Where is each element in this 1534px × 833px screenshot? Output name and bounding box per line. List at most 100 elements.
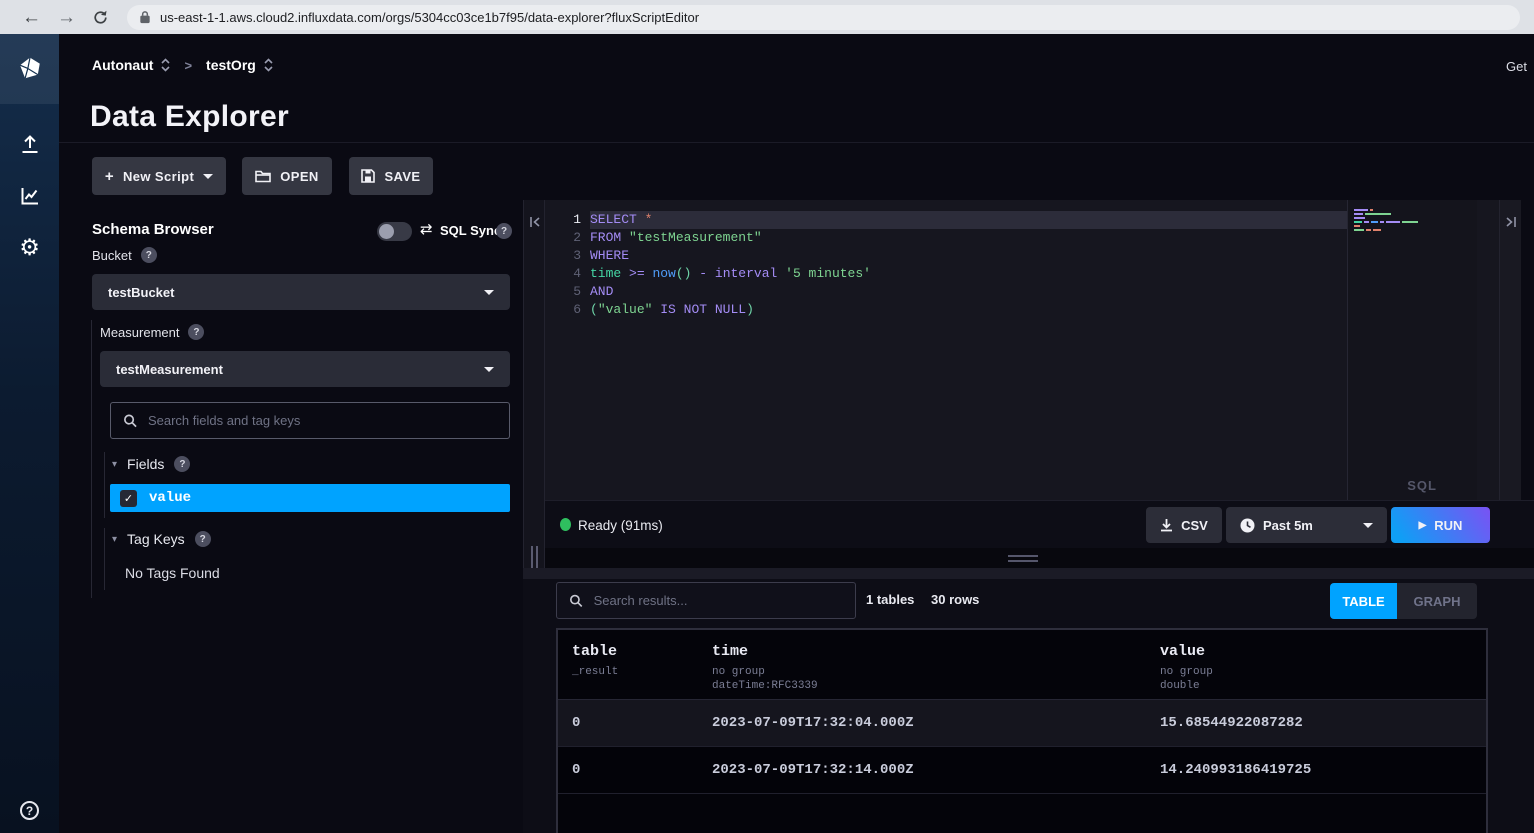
code-line[interactable]: ("value" IS NOT NULL) — [590, 301, 1367, 319]
browser-forward-icon[interactable]: → — [57, 8, 76, 27]
save-button[interactable]: SAVE — [349, 157, 433, 195]
new-script-label: New Script — [123, 169, 194, 184]
code-line[interactable]: SELECT * — [590, 211, 1367, 229]
results-search-input[interactable] — [594, 593, 843, 608]
breadcrumb-account[interactable]: Autonaut — [92, 57, 153, 73]
results-table-header: table_resulttimeno groupdateTime:RFC3339… — [558, 630, 1486, 700]
code-line[interactable]: AND — [590, 283, 1367, 301]
browser-back-icon[interactable]: ← — [22, 8, 41, 27]
schema-search-input[interactable] — [148, 413, 497, 428]
code-line[interactable]: FROM "testMeasurement" — [590, 229, 1367, 247]
measurement-help-icon[interactable]: ? — [188, 324, 204, 340]
bucket-selected-value: testBucket — [108, 285, 484, 300]
sql-editor[interactable]: 123456 SELECT *FROM "testMeasurement"WHE… — [545, 200, 1499, 500]
get-credit-link[interactable]: Get — [1506, 59, 1527, 74]
chevron-down-icon — [1363, 523, 1373, 528]
code-line[interactable]: time >= now() - interval '5 minutes' — [590, 265, 1367, 283]
language-badge: SQL — [1407, 478, 1437, 493]
tag-keys-section-header[interactable]: ▾ Tag Keys ? — [112, 531, 211, 547]
indent-guide — [91, 320, 92, 598]
breadcrumb: Autonaut > testOrg — [92, 57, 287, 73]
influxdata-logo[interactable] — [0, 34, 59, 104]
data-explorer-icon[interactable] — [0, 170, 59, 222]
clock-icon — [1240, 518, 1255, 533]
results-table-body: 02023-07-09T17:32:04.000Z15.685449220872… — [558, 700, 1486, 794]
editor-minimap[interactable]: SQL — [1347, 200, 1477, 500]
panel-splitter-horizontal[interactable] — [545, 548, 1534, 568]
field-item-label: value — [149, 490, 191, 506]
tab-table[interactable]: TABLE — [1330, 583, 1397, 619]
column-header: timeno groupdateTime:RFC3339 — [698, 643, 1146, 699]
minimap-code-preview — [1354, 209, 1418, 233]
search-icon — [123, 413, 138, 429]
line-number: 1 — [545, 211, 581, 229]
no-tags-message: No Tags Found — [125, 565, 220, 581]
schema-browser-heading: Schema Browser — [92, 221, 214, 238]
breadcrumb-separator-icon: > — [184, 58, 192, 73]
editor-code[interactable]: SELECT *FROM "testMeasurement"WHEREtime … — [590, 211, 1367, 319]
measurement-label: Measurement — [100, 325, 179, 340]
tag-keys-help-icon[interactable]: ? — [195, 531, 211, 547]
collapse-right-icon[interactable] — [1504, 214, 1518, 230]
field-item-value[interactable]: ✓ value — [110, 484, 510, 512]
collapse-left-icon[interactable] — [528, 214, 542, 230]
column-header: table_result — [558, 643, 698, 699]
csv-download-button[interactable]: CSV — [1146, 507, 1222, 543]
time-range-label: Past 5m — [1263, 518, 1313, 533]
check-icon: ✓ — [124, 492, 133, 505]
table-cell: 2023-07-09T17:32:14.000Z — [698, 762, 1146, 778]
line-number: 5 — [545, 283, 581, 301]
address-bar[interactable]: us-east-1-1.aws.cloud2.influxdata.com/or… — [127, 5, 1520, 30]
results-panel: 1 tables 30 rows TABLE GRAPH table_resul… — [523, 568, 1534, 833]
download-icon — [1160, 518, 1173, 532]
tab-graph[interactable]: GRAPH — [1397, 583, 1477, 619]
settings-gear-icon[interactable]: ⚙ — [0, 222, 59, 274]
bucket-label: Bucket — [92, 248, 132, 263]
help-icon[interactable]: ? — [20, 801, 39, 820]
tables-count: 1 tables — [866, 592, 914, 607]
splitter-grip — [1008, 555, 1038, 565]
table-cell: 2023-07-09T17:32:04.000Z — [698, 715, 1146, 731]
fields-help-icon[interactable]: ? — [174, 456, 190, 472]
fields-section-header[interactable]: ▾ Fields ? — [112, 456, 190, 472]
line-number: 2 — [545, 229, 581, 247]
upload-data-icon[interactable] — [0, 118, 59, 170]
table-cell: 14.240993186419725 — [1146, 762, 1486, 778]
search-icon — [569, 593, 584, 609]
sql-sync-help-icon[interactable]: ? — [496, 223, 512, 239]
line-number: 3 — [545, 247, 581, 265]
browser-reload-icon[interactable] — [92, 9, 109, 26]
open-label: OPEN — [280, 169, 318, 184]
bucket-help-icon[interactable]: ? — [141, 247, 157, 263]
time-range-dropdown[interactable]: Past 5m — [1226, 507, 1387, 543]
run-query-button[interactable]: ▶ RUN — [1391, 507, 1490, 543]
sql-sync-toggle[interactable] — [377, 222, 412, 241]
chevron-down-icon — [484, 290, 494, 295]
new-script-button[interactable]: + New Script — [92, 157, 226, 195]
status-dot — [560, 518, 571, 531]
folder-icon — [255, 169, 271, 183]
table-cell: 0 — [558, 715, 698, 731]
csv-label: CSV — [1181, 518, 1208, 533]
editor-gutter: 123456 — [545, 211, 581, 319]
table-cell: 0 — [558, 762, 698, 778]
indent-guide — [104, 528, 105, 590]
open-button[interactable]: OPEN — [242, 157, 332, 195]
table-row: 02023-07-09T17:32:14.000Z14.240993186419… — [558, 747, 1486, 794]
results-top-strip — [523, 568, 1534, 579]
chevron-down-icon — [203, 174, 213, 179]
field-checkbox[interactable]: ✓ — [120, 490, 137, 507]
code-line[interactable]: WHERE — [590, 247, 1367, 265]
tab-graph-label: GRAPH — [1414, 594, 1461, 609]
tab-table-label: TABLE — [1342, 594, 1384, 609]
account-switcher-icon[interactable] — [161, 58, 170, 72]
measurement-select[interactable]: testMeasurement — [100, 351, 510, 387]
app-window: ← → us-east-1-1.aws.cloud2.influxdata.co… — [0, 0, 1534, 833]
collapse-caret-icon[interactable]: ▾ — [112, 459, 117, 470]
breadcrumb-org[interactable]: testOrg — [206, 57, 256, 73]
org-switcher-icon[interactable] — [264, 58, 273, 72]
bucket-select[interactable]: testBucket — [92, 274, 510, 310]
rows-count: 30 rows — [931, 592, 979, 607]
panel-splitter-right[interactable] — [1499, 200, 1521, 500]
collapse-caret-icon[interactable]: ▾ — [112, 534, 117, 545]
